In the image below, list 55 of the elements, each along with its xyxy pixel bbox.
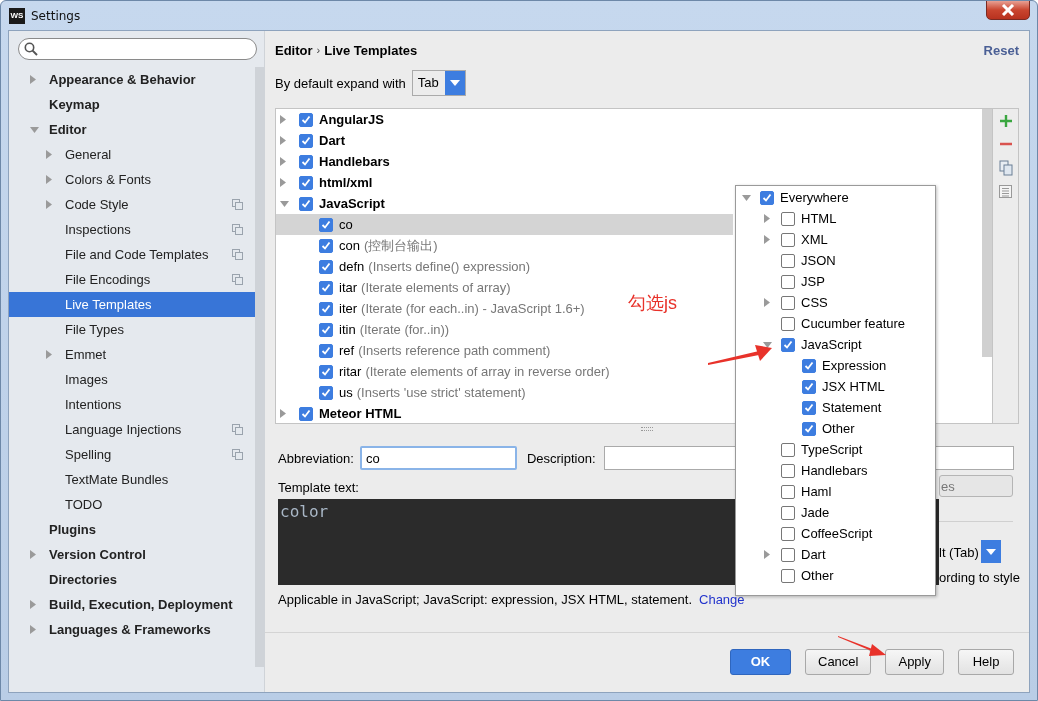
template-description: (Inserts reference path comment) [358, 343, 551, 358]
context-option: Everywhere [780, 190, 849, 205]
breadcrumb-item: Editor [275, 42, 313, 58]
context-option: Expression [822, 358, 887, 373]
abbreviation-label: Abbreviation: [278, 450, 354, 466]
context-option: Other [801, 568, 834, 583]
annotation-text: 勾选js [628, 292, 677, 315]
group-name: Meteor HTML [319, 406, 402, 421]
template-description: (Inserts define() expression) [368, 259, 531, 274]
template-description: (Iterate elements of array in reverse order) [365, 364, 610, 379]
expand-with-label: By default expand with [275, 75, 406, 91]
context-option: TypeScript [801, 442, 863, 457]
template-abbreviation: ritar [339, 364, 362, 379]
context-option: Dart [801, 547, 826, 562]
window-title: Settings [31, 8, 81, 23]
context-option: Handlebars [801, 463, 868, 478]
template-description: (控制台输出) [363, 236, 438, 255]
template-description: (Iterate (for each..in) - JavaScript 1.6+) [361, 301, 585, 316]
applicable-contexts-text: Applicable in JavaScript; JavaScript: expression, JSX HTML, statement. [278, 591, 692, 607]
breadcrumb-item: Live Templates [324, 42, 418, 58]
context-option: CSS [801, 295, 828, 310]
template-abbreviation: defn [339, 259, 365, 274]
template-abbreviation: ref [339, 343, 355, 358]
group-name: html/xml [319, 175, 373, 190]
template-abbreviation: itar [339, 280, 358, 295]
context-option: JSP [801, 274, 825, 289]
context-option: Haml [801, 484, 832, 499]
context-option: Other [822, 421, 855, 436]
group-name: Handlebars [319, 154, 390, 169]
template-abbreviation: con [339, 238, 360, 253]
reformat-option-text: ording to style [939, 570, 1020, 585]
context-option: CoffeeScript [801, 526, 873, 541]
template-abbreviation: us [339, 385, 353, 400]
context-option: HTML [801, 211, 837, 226]
group-name: AngularJS [319, 112, 384, 127]
context-option: XML [801, 232, 828, 247]
context-option: JSON [801, 253, 836, 268]
template-text-label: Template text: [278, 480, 359, 497]
group-name: Dart [319, 133, 345, 148]
context-option: JSX HTML [822, 379, 885, 394]
template-description: (Iterate (for..in)) [359, 322, 450, 337]
description-label: Description: [526, 450, 596, 466]
template-description: (Iterate elements of array) [361, 280, 511, 295]
template-abbreviation: co [339, 217, 353, 232]
app-logo: WS [9, 7, 25, 24]
context-option: Cucumber feature [801, 316, 906, 331]
template-abbreviation: iter [339, 301, 358, 316]
breadcrumb-separator: › [316, 44, 321, 56]
context-option: Statement [822, 400, 882, 415]
template-abbreviation: itin [339, 322, 356, 337]
context-option: JavaScript [801, 337, 862, 352]
context-option: Jade [801, 505, 830, 520]
group-name: JavaScript [319, 196, 385, 211]
template-description: (Inserts 'use strict' statement) [356, 385, 526, 400]
code-text: color [280, 502, 329, 521]
